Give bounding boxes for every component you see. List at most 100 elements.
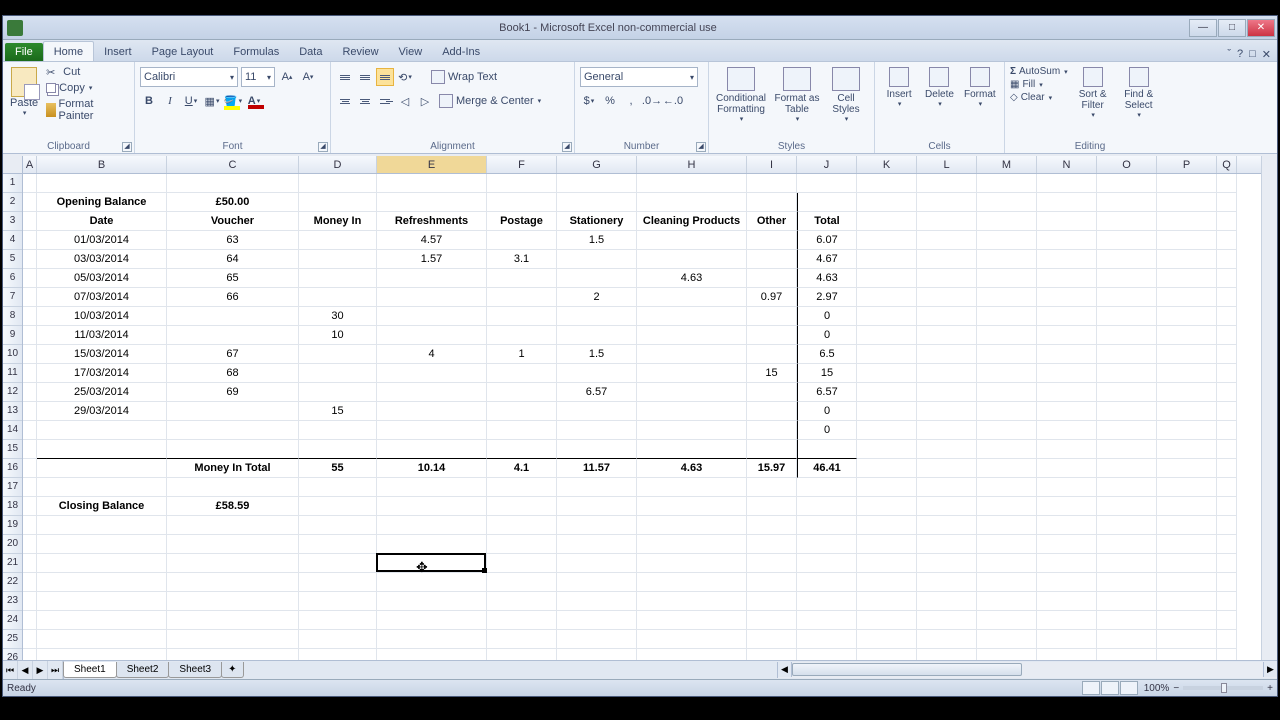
cell-F14[interactable] bbox=[487, 421, 557, 440]
cell-Q5[interactable] bbox=[1217, 250, 1237, 269]
cell-N14[interactable] bbox=[1037, 421, 1097, 440]
cell-J9[interactable]: 0 bbox=[797, 326, 857, 345]
cell-H1[interactable] bbox=[637, 174, 747, 193]
align-right-button[interactable] bbox=[376, 92, 394, 110]
cell-D12[interactable] bbox=[299, 383, 377, 402]
cell-H2[interactable] bbox=[637, 193, 747, 212]
cell-E16[interactable]: 10.14 bbox=[377, 459, 487, 478]
cell-L12[interactable] bbox=[917, 383, 977, 402]
cell-F1[interactable] bbox=[487, 174, 557, 193]
cell-M1[interactable] bbox=[977, 174, 1037, 193]
cell-Q9[interactable] bbox=[1217, 326, 1237, 345]
cell-N19[interactable] bbox=[1037, 516, 1097, 535]
cell-F12[interactable] bbox=[487, 383, 557, 402]
cell-O7[interactable] bbox=[1097, 288, 1157, 307]
cell-E1[interactable] bbox=[377, 174, 487, 193]
cell-G12[interactable]: 6.57 bbox=[557, 383, 637, 402]
cell-K5[interactable] bbox=[857, 250, 917, 269]
cell-F25[interactable] bbox=[487, 630, 557, 649]
cell-L22[interactable] bbox=[917, 573, 977, 592]
cell-A23[interactable] bbox=[23, 592, 37, 611]
cell-N25[interactable] bbox=[1037, 630, 1097, 649]
cell-A4[interactable] bbox=[23, 231, 37, 250]
cell-N6[interactable] bbox=[1037, 269, 1097, 288]
cell-F11[interactable] bbox=[487, 364, 557, 383]
cell-P9[interactable] bbox=[1157, 326, 1217, 345]
cell-J2[interactable] bbox=[797, 193, 857, 212]
cell-F19[interactable] bbox=[487, 516, 557, 535]
cell-A2[interactable] bbox=[23, 193, 37, 212]
cell-P4[interactable] bbox=[1157, 231, 1217, 250]
cell-A13[interactable] bbox=[23, 402, 37, 421]
cell-O13[interactable] bbox=[1097, 402, 1157, 421]
copy-button[interactable]: Copy▾ bbox=[44, 81, 129, 95]
cell-C24[interactable] bbox=[167, 611, 299, 630]
cell-P7[interactable] bbox=[1157, 288, 1217, 307]
page-layout-view-button[interactable] bbox=[1101, 681, 1119, 695]
row-header-22[interactable]: 22 bbox=[3, 573, 22, 592]
cell-D13[interactable]: 15 bbox=[299, 402, 377, 421]
cell-O18[interactable] bbox=[1097, 497, 1157, 516]
cell-P3[interactable] bbox=[1157, 212, 1217, 231]
cell-F2[interactable] bbox=[487, 193, 557, 212]
cell-G10[interactable]: 1.5 bbox=[557, 345, 637, 364]
cell-E8[interactable] bbox=[377, 307, 487, 326]
cell-A24[interactable] bbox=[23, 611, 37, 630]
cell-I13[interactable] bbox=[747, 402, 797, 421]
cell-B4[interactable]: 01/03/2014 bbox=[37, 231, 167, 250]
cell-Q6[interactable] bbox=[1217, 269, 1237, 288]
cell-A17[interactable] bbox=[23, 478, 37, 497]
cell-Q19[interactable] bbox=[1217, 516, 1237, 535]
cell-E25[interactable] bbox=[377, 630, 487, 649]
cell-K20[interactable] bbox=[857, 535, 917, 554]
cell-J15[interactable] bbox=[797, 440, 857, 459]
tab-insert[interactable]: Insert bbox=[94, 42, 142, 61]
cell-F10[interactable]: 1 bbox=[487, 345, 557, 364]
cell-P11[interactable] bbox=[1157, 364, 1217, 383]
cell-D7[interactable] bbox=[299, 288, 377, 307]
delete-button[interactable]: Delete▾ bbox=[920, 65, 958, 137]
cell-N18[interactable] bbox=[1037, 497, 1097, 516]
align-left-button[interactable] bbox=[336, 92, 354, 110]
accounting-format-button[interactable]: $▾ bbox=[580, 91, 598, 111]
cell-E18[interactable] bbox=[377, 497, 487, 516]
cell-I1[interactable] bbox=[747, 174, 797, 193]
fill-button[interactable]: ▦Fill▾ bbox=[1010, 79, 1068, 90]
cell-C9[interactable] bbox=[167, 326, 299, 345]
cell-L16[interactable] bbox=[917, 459, 977, 478]
cell-O16[interactable] bbox=[1097, 459, 1157, 478]
cell-D4[interactable] bbox=[299, 231, 377, 250]
cell-M19[interactable] bbox=[977, 516, 1037, 535]
cell-C11[interactable]: 68 bbox=[167, 364, 299, 383]
grow-font-button[interactable]: A▴ bbox=[278, 67, 296, 87]
cell-A9[interactable] bbox=[23, 326, 37, 345]
row-header-13[interactable]: 13 bbox=[3, 402, 22, 421]
cell-L3[interactable] bbox=[917, 212, 977, 231]
borders-button[interactable]: ▦▾ bbox=[203, 91, 221, 111]
cell-D5[interactable] bbox=[299, 250, 377, 269]
cell-O20[interactable] bbox=[1097, 535, 1157, 554]
cell-D15[interactable] bbox=[299, 440, 377, 459]
cell-G2[interactable] bbox=[557, 193, 637, 212]
cell-P8[interactable] bbox=[1157, 307, 1217, 326]
cell-E24[interactable] bbox=[377, 611, 487, 630]
cell-O22[interactable] bbox=[1097, 573, 1157, 592]
cell-D2[interactable] bbox=[299, 193, 377, 212]
cell-F13[interactable] bbox=[487, 402, 557, 421]
percent-button[interactable]: % bbox=[601, 91, 619, 111]
cell-M7[interactable] bbox=[977, 288, 1037, 307]
cell-Q8[interactable] bbox=[1217, 307, 1237, 326]
cell-O8[interactable] bbox=[1097, 307, 1157, 326]
conditional-formatting-button[interactable]: Conditional Formatting▾ bbox=[714, 65, 768, 137]
cell-M3[interactable] bbox=[977, 212, 1037, 231]
cell-B22[interactable] bbox=[37, 573, 167, 592]
row-header-15[interactable]: 15 bbox=[3, 440, 22, 459]
cell-B17[interactable] bbox=[37, 478, 167, 497]
cell-N2[interactable] bbox=[1037, 193, 1097, 212]
cell-Q24[interactable] bbox=[1217, 611, 1237, 630]
sheet-tab-3[interactable]: Sheet3 bbox=[168, 662, 222, 678]
scroll-left-button[interactable]: ◀ bbox=[778, 662, 792, 677]
cell-B19[interactable] bbox=[37, 516, 167, 535]
cell-M20[interactable] bbox=[977, 535, 1037, 554]
cell-E15[interactable] bbox=[377, 440, 487, 459]
